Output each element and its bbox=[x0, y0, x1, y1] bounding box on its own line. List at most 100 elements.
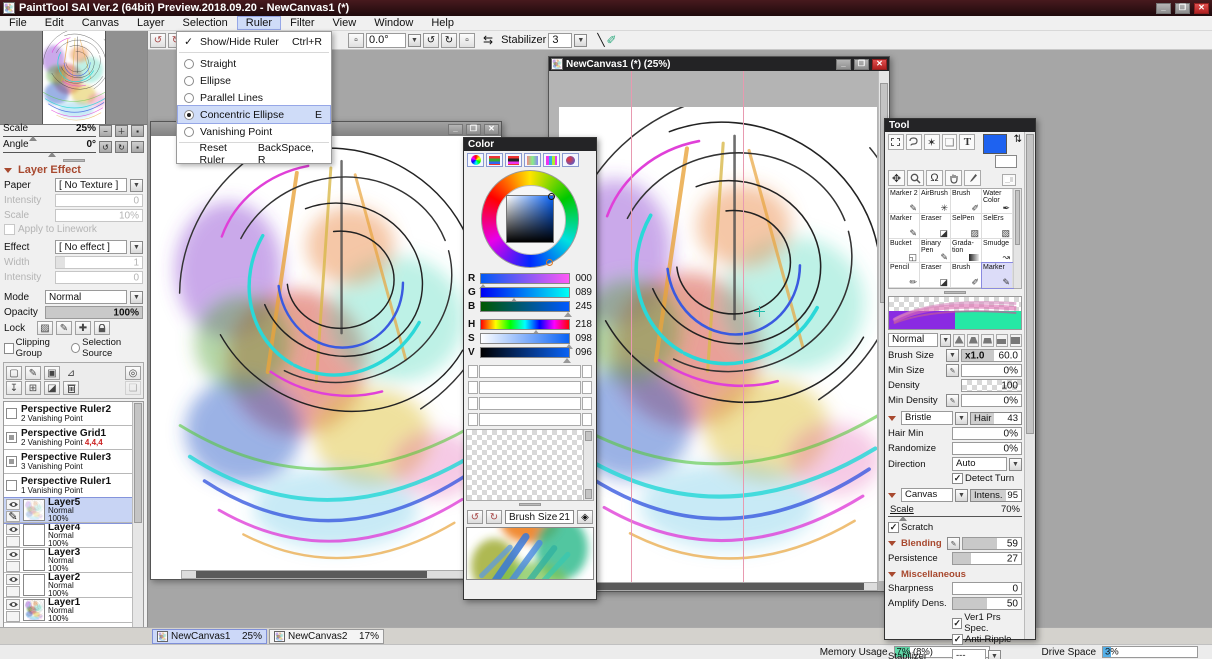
hue-cursor[interactable] bbox=[546, 259, 553, 266]
layer-row-layer1[interactable]: Layer1Normal100% bbox=[4, 598, 132, 623]
rect-select-tool[interactable] bbox=[888, 134, 904, 150]
custom-slider-row[interactable] bbox=[464, 413, 596, 426]
move-tool[interactable]: ✥ bbox=[888, 170, 905, 186]
layer-row-layer2[interactable]: Layer2Normal100% bbox=[4, 573, 132, 598]
new-layer-set-button[interactable]: ▣ bbox=[44, 366, 60, 380]
scratchpad-canvas[interactable] bbox=[466, 527, 594, 580]
tool-selpen[interactable]: SelPen▨ bbox=[951, 214, 982, 239]
collapse-triangle-icon[interactable] bbox=[888, 493, 896, 498]
menu-edit[interactable]: Edit bbox=[36, 16, 73, 30]
tool-grid-scrollbar[interactable] bbox=[1013, 189, 1021, 288]
tool-selers[interactable]: SelErs▧ bbox=[982, 214, 1013, 239]
selection-tool-button[interactable]: ▫ bbox=[348, 33, 364, 48]
brush-edge-shape-1[interactable] bbox=[953, 334, 965, 347]
scratch-undo-button[interactable]: ↺ bbox=[467, 510, 483, 524]
zoom-reset-button[interactable]: ▪ bbox=[131, 125, 144, 137]
new-linework-layer-button[interactable]: ✎ bbox=[25, 366, 41, 380]
brush-edge-shape-5[interactable] bbox=[1010, 334, 1022, 347]
menu-file[interactable]: File bbox=[0, 16, 36, 30]
menu-item-reset-ruler[interactable]: Reset Ruler BackSpace, R bbox=[178, 145, 330, 162]
tool-marker[interactable]: Marker✎ bbox=[889, 214, 920, 239]
magic-wand-tool[interactable]: ✶ bbox=[924, 134, 940, 150]
menu-item-vanishing-point[interactable]: Vanishing Point bbox=[178, 123, 330, 140]
rotate-cw-button[interactable]: ↻ bbox=[441, 33, 457, 48]
minimize-button[interactable]: _ bbox=[836, 59, 851, 70]
menu-layer[interactable]: Layer bbox=[128, 16, 174, 30]
s-slider[interactable] bbox=[480, 333, 570, 344]
swatch-scrollbar[interactable] bbox=[583, 430, 593, 500]
min-density-slider[interactable]: 0% bbox=[961, 394, 1022, 407]
layer-row-perspective-ruler1[interactable]: Perspective Ruler11 Vanishing Point bbox=[4, 474, 132, 498]
canvas-window-newcanvas2[interactable]: _ ❐ ✕ bbox=[150, 121, 502, 580]
transfer-down-button[interactable]: ↧ bbox=[6, 381, 22, 395]
intensity-field[interactable]: Intens. 95 bbox=[970, 489, 1022, 502]
lock-position-button[interactable]: ✚ bbox=[75, 321, 91, 335]
brush-mode-dropdown-button[interactable]: ▼ bbox=[940, 334, 951, 347]
visibility-eye-icon[interactable] bbox=[6, 499, 20, 510]
scratch-redo-button[interactable]: ↻ bbox=[486, 510, 502, 524]
density-slider[interactable]: 100 bbox=[961, 379, 1022, 392]
zoom-in-button[interactable]: ＋ bbox=[115, 125, 128, 137]
brush-blend-mode-select[interactable]: Normal bbox=[888, 333, 938, 347]
blending-pressure-button[interactable]: ✎ bbox=[947, 537, 960, 550]
amplify-density-slider[interactable]: 50 bbox=[952, 597, 1022, 610]
layer-list-scrollbar[interactable] bbox=[132, 402, 143, 632]
horizontal-scrollbar[interactable] bbox=[181, 570, 471, 579]
collapse-triangle-icon[interactable] bbox=[888, 416, 896, 421]
color-wheel[interactable] bbox=[464, 169, 596, 269]
close-button[interactable]: ✕ bbox=[1194, 3, 1209, 14]
tool-eraser[interactable]: Eraser◪ bbox=[920, 214, 951, 239]
canvas-viewport[interactable] bbox=[549, 71, 889, 591]
minimize-button[interactable]: _ bbox=[448, 124, 463, 135]
rotate-left-button[interactable]: ↺ bbox=[99, 141, 112, 153]
layer-row-layer3[interactable]: Layer3Normal100% bbox=[4, 548, 132, 573]
secondary-color-swatch[interactable] bbox=[995, 155, 1017, 168]
horizontal-scrollbar[interactable] bbox=[549, 582, 878, 591]
stabilizer-dropdown-button[interactable]: ▼ bbox=[574, 34, 587, 47]
rotate-ccw-button[interactable]: ↺ bbox=[423, 33, 439, 48]
tab-newcanvas1[interactable]: NewCanvas1 25% bbox=[152, 629, 267, 644]
navigator-preview[interactable] bbox=[0, 31, 147, 125]
blend-mode-dropdown-button[interactable]: ▼ bbox=[130, 291, 143, 304]
new-layer-button[interactable]: ▢ bbox=[6, 366, 22, 380]
texture-scale-slider[interactable]: Scale 70% bbox=[888, 504, 1022, 517]
lock-all-button[interactable] bbox=[94, 321, 110, 335]
text-tool[interactable]: T bbox=[959, 134, 975, 150]
layer-effect-header[interactable]: Layer Effect bbox=[0, 164, 147, 176]
navigator-angle-slider[interactable]: Angle 0° bbox=[3, 139, 96, 153]
clipping-group-checkbox[interactable] bbox=[4, 343, 14, 354]
bristle-type-select[interactable]: Bristle bbox=[901, 411, 953, 425]
rotate-view-tool[interactable]: Ω bbox=[926, 170, 943, 186]
canvas-texture-dropdown-button[interactable]: ▼ bbox=[955, 489, 968, 502]
g-slider[interactable] bbox=[480, 287, 570, 298]
tool-panel-scrollbar[interactable] bbox=[1024, 132, 1035, 639]
ver1-prs-checkbox[interactable] bbox=[952, 618, 962, 629]
layer-row-perspective-ruler3[interactable]: Perspective Ruler33 Vanishing Point bbox=[4, 450, 132, 474]
h-slider[interactable] bbox=[480, 319, 570, 330]
min-size-pressure-button[interactable]: ✎ bbox=[946, 364, 959, 377]
canvas-page[interactable] bbox=[559, 107, 877, 583]
flip-canvas-icon[interactable]: ⇆ bbox=[483, 33, 493, 47]
paint-effect-button[interactable]: ❏ bbox=[125, 381, 141, 395]
new-ruler-layer-button[interactable]: ⊿ bbox=[63, 366, 79, 380]
menu-item-concentric-ellipse[interactable]: Concentric Ellipse E bbox=[178, 106, 330, 123]
anti-ripple-checkbox[interactable] bbox=[952, 634, 963, 645]
canvas-window-newcanvas1[interactable]: NewCanvas1 (*) (25%) _ ❐ ✕ bbox=[548, 56, 890, 592]
menu-item-parallel-lines[interactable]: Parallel Lines bbox=[178, 89, 330, 106]
zoom-out-button[interactable]: − bbox=[99, 125, 112, 137]
paper-texture-dropdown-button[interactable]: ▼ bbox=[130, 179, 143, 192]
min-size-slider[interactable]: 0% bbox=[961, 364, 1022, 377]
brush-size-unit-dropdown[interactable]: ▼ bbox=[946, 349, 959, 362]
menu-help[interactable]: Help bbox=[422, 16, 463, 30]
minimize-button[interactable]: _ bbox=[1156, 3, 1171, 14]
shape-tool[interactable]: ❏ bbox=[942, 134, 958, 150]
ruler-enable-checkbox[interactable] bbox=[6, 480, 17, 491]
scratch-checkbox[interactable] bbox=[888, 522, 899, 533]
custom-slider-row[interactable] bbox=[464, 397, 596, 410]
color-wheel-tab[interactable] bbox=[467, 153, 484, 167]
tool-splitter-handle[interactable] bbox=[944, 291, 966, 294]
effect-select[interactable]: [ No effect ] bbox=[55, 240, 127, 254]
layer-mask-button[interactable]: ◎ bbox=[125, 366, 141, 380]
delete-layer-button[interactable] bbox=[63, 381, 79, 395]
rotate-reset-button[interactable]: ▪ bbox=[131, 141, 144, 153]
